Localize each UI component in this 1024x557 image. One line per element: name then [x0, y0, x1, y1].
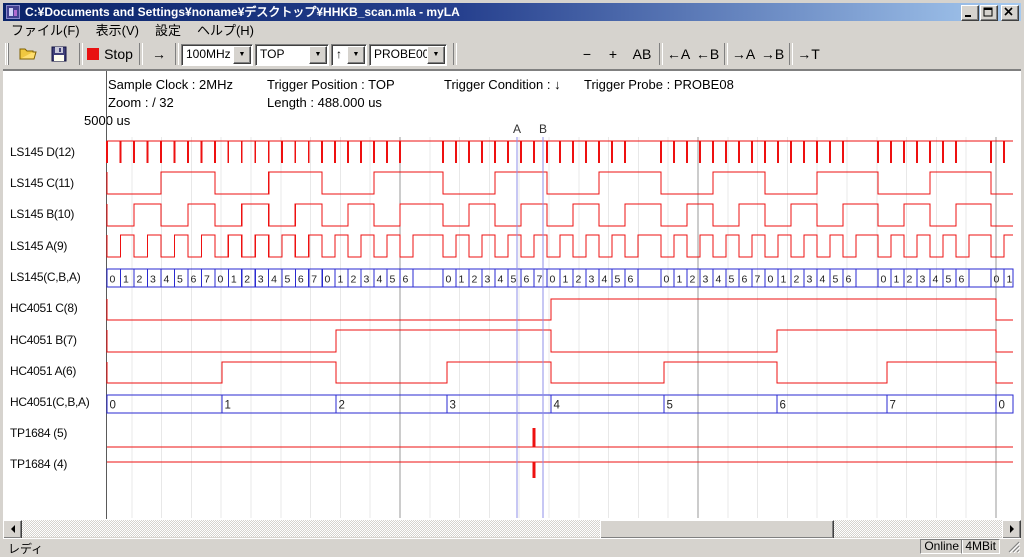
- right-arrow-icon: [1010, 525, 1018, 533]
- menu-item-2[interactable]: 設定: [147, 21, 189, 40]
- scrollbar-thumb[interactable]: [600, 520, 834, 539]
- minimize-button[interactable]: [961, 5, 979, 21]
- stop-button[interactable]: Stop: [85, 42, 135, 66]
- title-bar: C:¥Documents and Settings¥noname¥デスクトップ¥…: [3, 3, 1021, 21]
- channel-label: LS145 C(11): [10, 175, 106, 191]
- waveform-client-area: [3, 70, 1021, 521]
- sample-rate-value: 100MHz: [186, 47, 234, 62]
- channel-label: HC4051 C(8): [10, 300, 106, 316]
- channel-label: HC4051 B(7): [10, 332, 106, 348]
- info-sample-clock: Sample Clock : 2MHz: [108, 77, 233, 92]
- maximize-button[interactable]: [980, 5, 998, 21]
- toolbar-separator: [175, 43, 179, 65]
- menu-item-3[interactable]: ヘルプ(H): [189, 21, 262, 40]
- info-trigger-condition: Trigger Condition : ↓: [444, 77, 561, 92]
- menu-item-0[interactable]: ファイル(F): [3, 21, 88, 40]
- status-online-badge: Online: [920, 539, 963, 554]
- dropdown-arrow-icon[interactable]: ▼: [427, 46, 445, 64]
- ab-range-button[interactable]: AB: [627, 42, 657, 66]
- stop-label: Stop: [104, 46, 133, 62]
- set-cursor-a-button[interactable]: →A: [730, 42, 757, 66]
- toolbar-grip: [5, 43, 13, 65]
- left-arrow-icon: [7, 525, 15, 533]
- resize-grip[interactable]: [1007, 540, 1020, 553]
- channel-label: LS145 A(9): [10, 238, 106, 254]
- stop-icon: [87, 48, 99, 60]
- trigger-edge-combobox[interactable]: ↑ ▼: [331, 44, 367, 66]
- channel-label: HC4051 A(6): [10, 363, 106, 379]
- channel-label: LS145 D(12): [10, 144, 106, 160]
- info-trigger-position: Trigger Position : TOP: [267, 77, 395, 92]
- status-ready-text: レディ: [8, 540, 43, 557]
- channel-label: LS145 B(10): [10, 206, 106, 222]
- window-title: C:¥Documents and Settings¥noname¥デスクトップ¥…: [25, 3, 965, 21]
- save-button[interactable]: [45, 42, 73, 66]
- toolbar-separator: [79, 43, 83, 65]
- toolbar-separator: [659, 43, 663, 65]
- open-folder-icon: [19, 46, 39, 62]
- status-bar: レディ Online 4MBit: [3, 538, 1021, 554]
- horizontal-scrollbar[interactable]: [3, 520, 1021, 537]
- trigger-probe-value: PROBE00: [374, 47, 428, 62]
- goto-cursor-b-button[interactable]: ←B: [694, 42, 721, 66]
- channel-label: LS145(C,B,A): [10, 269, 106, 285]
- menu-bar: ファイル(F)表示(V)設定ヘルプ(H): [3, 21, 1021, 40]
- dropdown-arrow-icon[interactable]: ▼: [347, 46, 365, 64]
- dropdown-arrow-icon[interactable]: ▼: [309, 46, 327, 64]
- toolbar-separator: [789, 43, 793, 65]
- status-memory-badge: 4MBit: [961, 539, 1000, 554]
- run-arrow-icon: →: [152, 46, 166, 62]
- time-scale-label: 5000 us: [84, 113, 130, 128]
- toolbar-separator: [453, 43, 457, 65]
- app-icon: [6, 5, 20, 19]
- trigger-probe-combobox[interactable]: PROBE00 ▼: [369, 44, 447, 66]
- scroll-right-button[interactable]: [1002, 520, 1021, 539]
- run-button[interactable]: →: [145, 42, 173, 66]
- sample-rate-combobox[interactable]: 100MHz ▼: [181, 44, 253, 66]
- app-window: { "window": { "title": "C:¥Documents and…: [0, 0, 1024, 556]
- goto-cursor-a-button[interactable]: ←A: [665, 42, 692, 66]
- menu-item-1[interactable]: 表示(V): [88, 21, 147, 40]
- info-length: Length : 488.000 us: [267, 95, 382, 110]
- trigger-position-value: TOP: [260, 47, 310, 62]
- info-trigger-probe: Trigger Probe : PROBE08: [584, 77, 734, 92]
- goto-trigger-button[interactable]: →T: [795, 42, 822, 66]
- zoom-in-button[interactable]: +: [601, 42, 625, 66]
- floppy-disk-icon: [51, 46, 67, 62]
- set-cursor-b-button[interactable]: →B: [759, 42, 786, 66]
- zoom-out-button[interactable]: −: [575, 42, 599, 66]
- info-zoom: Zoom : / 32: [108, 95, 174, 110]
- open-file-button[interactable]: [15, 42, 43, 66]
- scroll-left-button[interactable]: [3, 520, 22, 539]
- dropdown-arrow-icon[interactable]: ▼: [233, 46, 251, 64]
- trigger-position-combobox[interactable]: TOP ▼: [255, 44, 329, 66]
- toolbar-separator: [139, 43, 143, 65]
- toolbar: Stop → 100MHz ▼ TOP ▼ ↑ ▼ PROBE00 ▼ − + …: [3, 40, 1021, 70]
- channel-label: TP1684 (4): [10, 456, 106, 472]
- channel-label: HC4051(C,B,A): [10, 394, 106, 410]
- channel-label: TP1684 (5): [10, 425, 106, 441]
- close-button[interactable]: [1001, 5, 1019, 21]
- toolbar-separator: [724, 43, 728, 65]
